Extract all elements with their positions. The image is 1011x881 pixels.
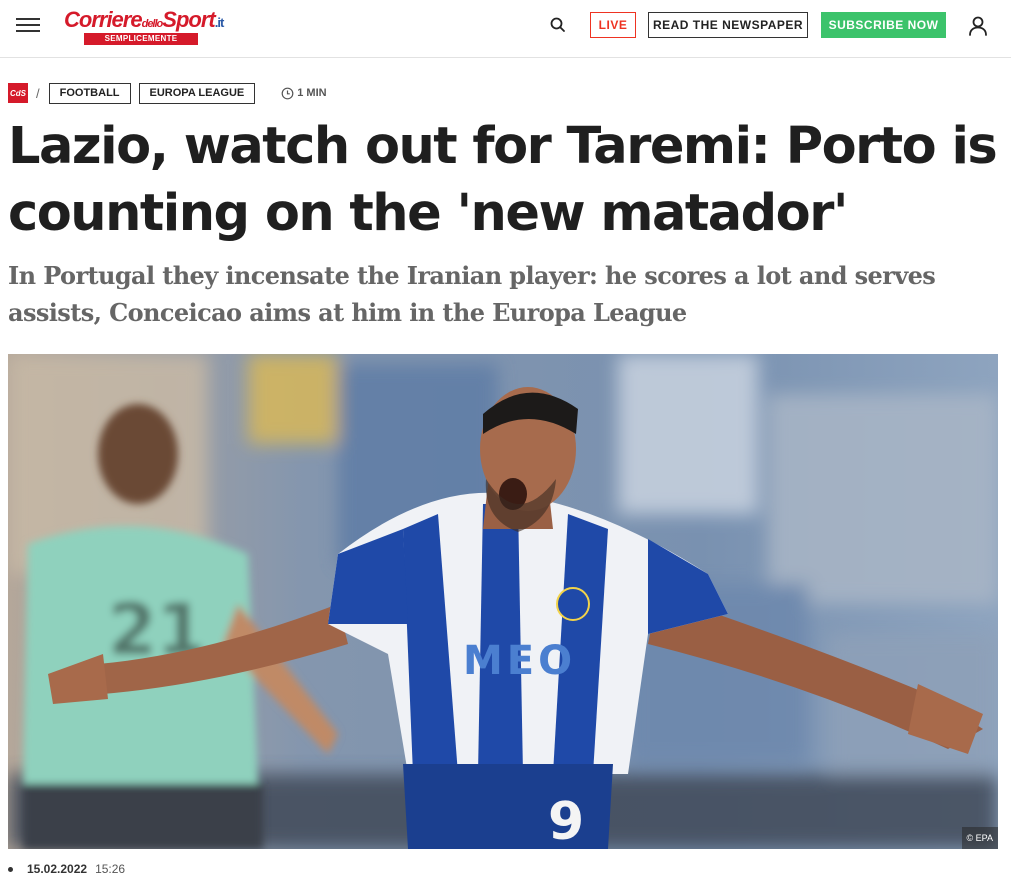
bullet-dot — [8, 866, 13, 872]
menu-icon[interactable] — [16, 15, 42, 35]
clock-icon — [281, 87, 294, 99]
svg-text:9: 9 — [548, 792, 584, 849]
article-dateline: 15.02.2022 15:26 — [8, 861, 125, 877]
read-time-label: 1 MIN — [297, 87, 327, 99]
live-button[interactable]: LIVE — [590, 12, 636, 38]
site-logo[interactable]: CorrieredelloSport.it SEMPLICEMENTE PASS… — [62, 4, 232, 55]
user-icon[interactable] — [968, 15, 988, 37]
site-header: CorrieredelloSport.it SEMPLICEMENTE PASS… — [0, 0, 1011, 58]
article-subtitle: In Portugal they incensate the Iranian p… — [8, 261, 936, 327]
tag-europa-league[interactable]: EUROPA LEAGUE — [138, 82, 256, 104]
publish-date: 15.02.2022 — [27, 862, 88, 876]
logo-tagline: SEMPLICEMENTE PASSIONE — [84, 33, 198, 55]
breadcrumb-separator: / — [36, 85, 40, 101]
logo-wordmark: CorrieredelloSport.it — [64, 7, 224, 32]
hero-image[interactable]: 21 MEO 9 © EPA — [8, 354, 998, 849]
subscribe-button[interactable]: SUBSCRIBE NOW — [821, 12, 946, 38]
image-credit: © EPA — [961, 827, 998, 849]
read-time: 1 MIN — [281, 87, 327, 100]
tag-football[interactable]: FOOTBALL — [48, 82, 131, 104]
search-icon[interactable] — [549, 16, 567, 34]
publish-time: 15:26 — [95, 862, 126, 876]
article-title: Lazio, watch out for Taremi: Porto is co… — [8, 117, 998, 243]
svg-text:MEO: MEO — [463, 638, 576, 684]
section-home-badge[interactable]: CdS — [8, 83, 28, 103]
read-newspaper-button[interactable]: READ THE NEWSPAPER — [648, 12, 808, 38]
breadcrumb: CdS / FOOTBALL EUROPA LEAGUE 1 MIN — [8, 82, 327, 104]
